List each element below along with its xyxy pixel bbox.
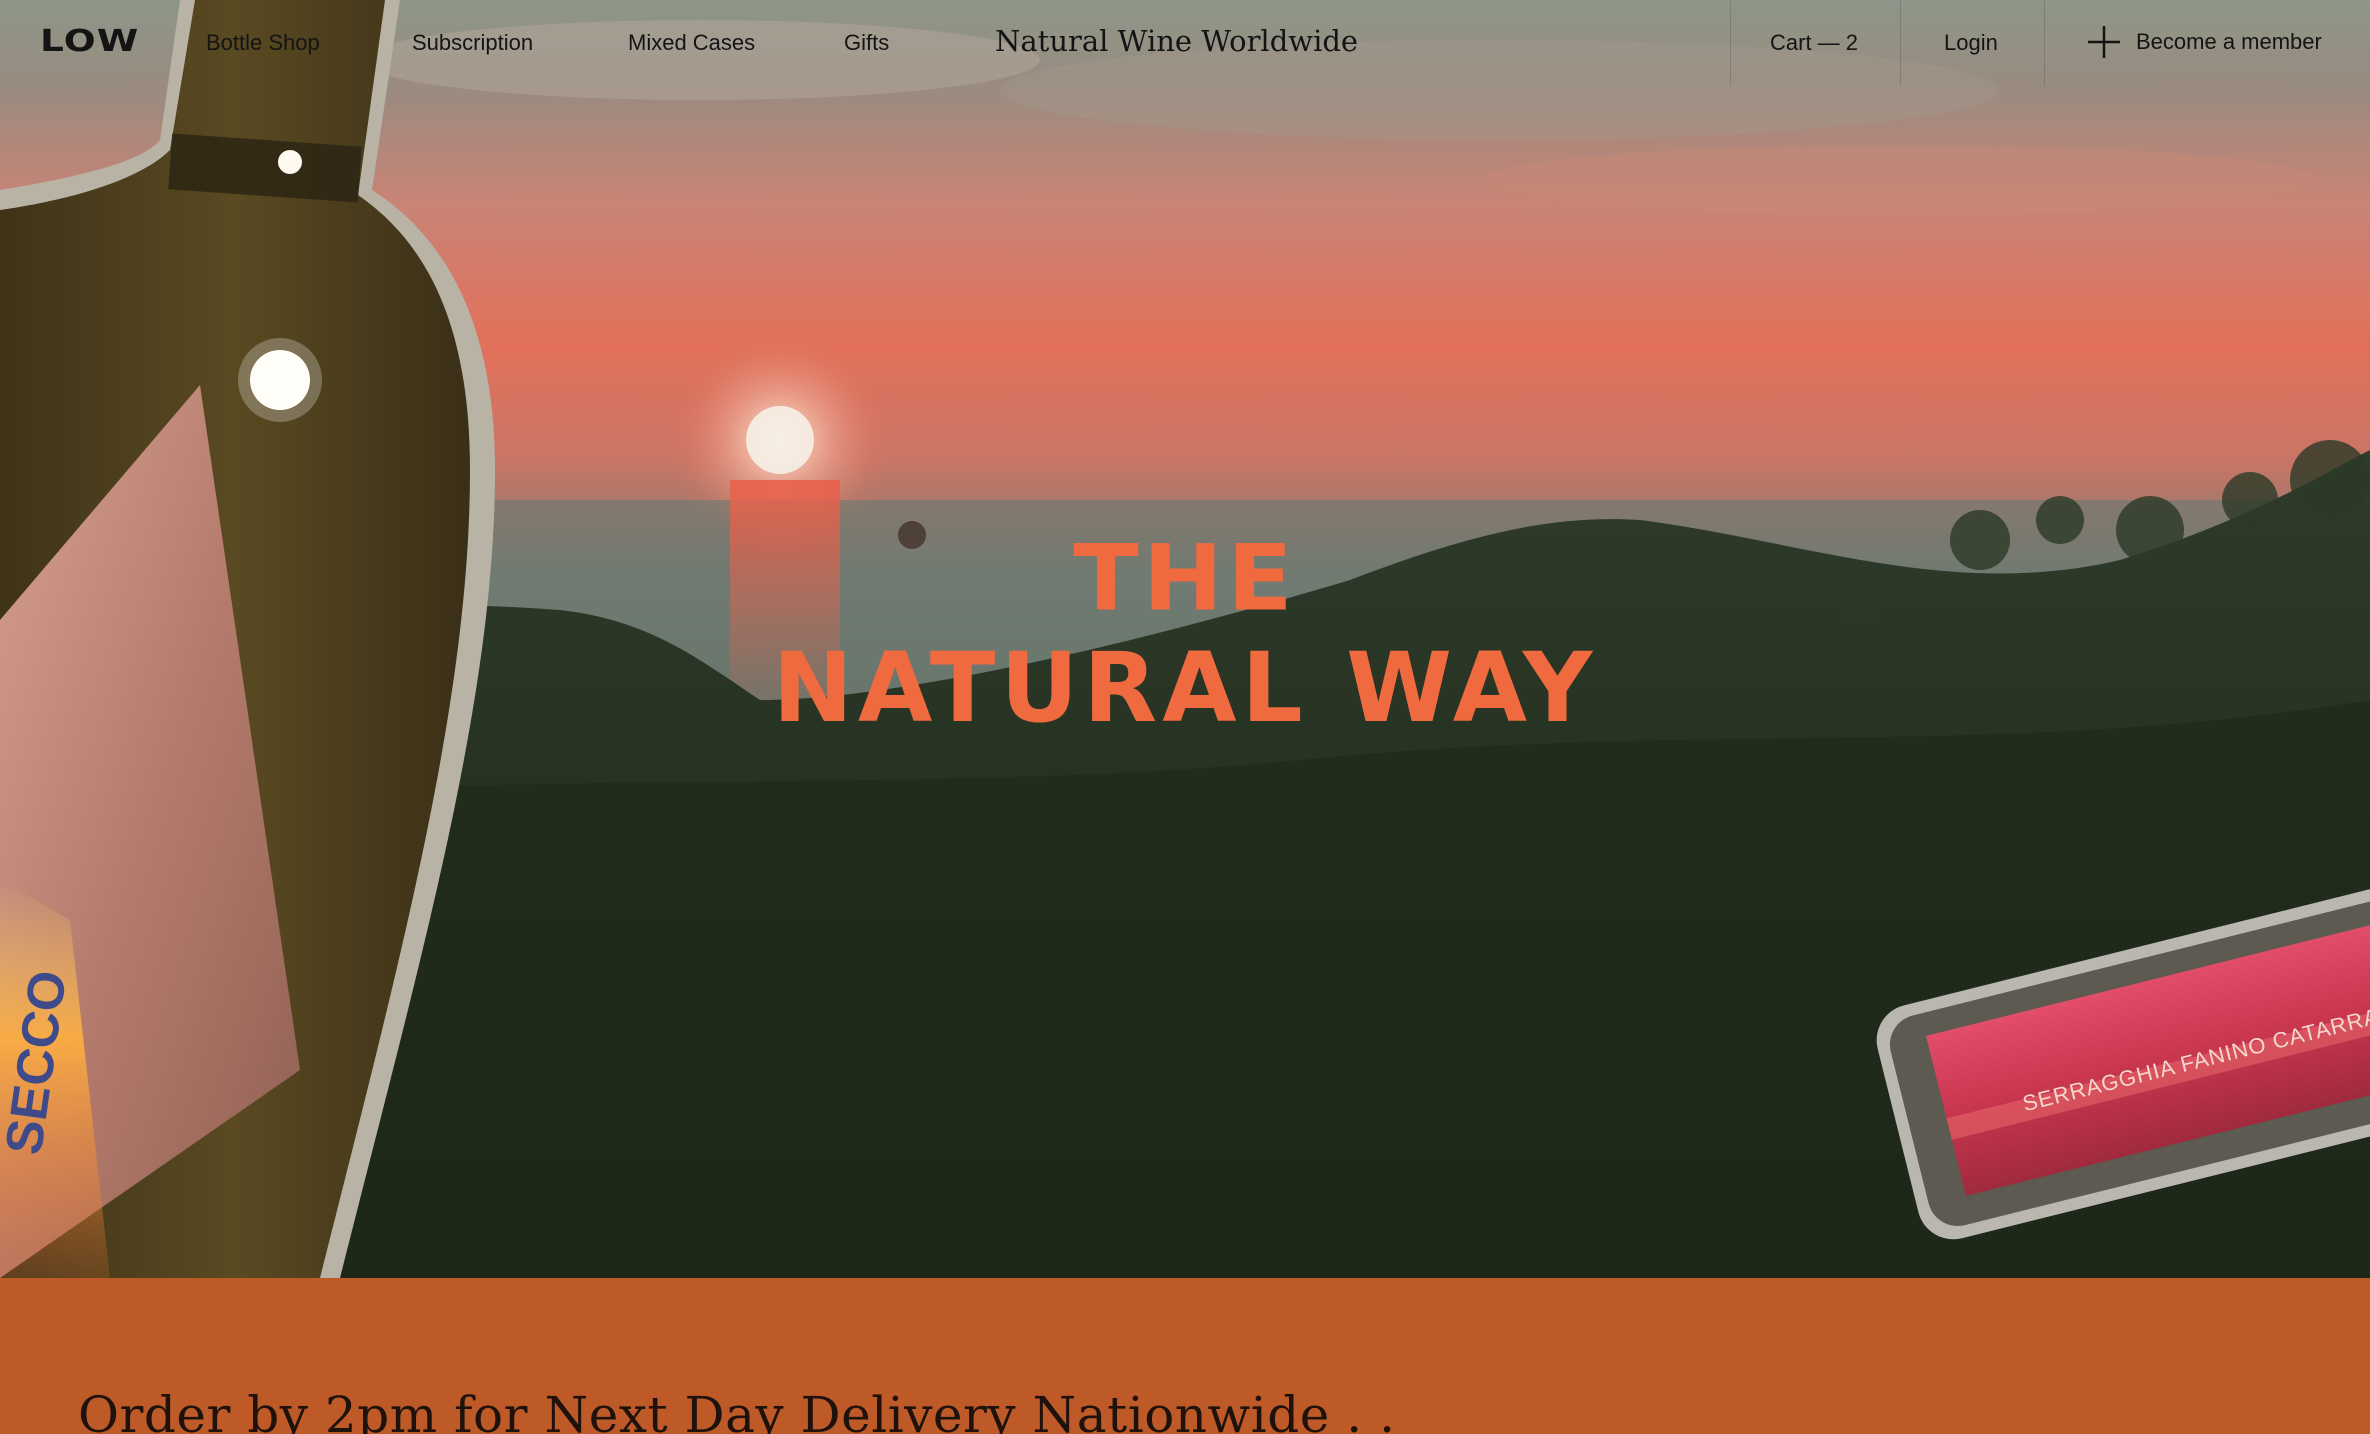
nav-divider — [1900, 0, 1901, 86]
delivery-banner: Order by 2pm for Next Day Delivery Natio… — [0, 1278, 2370, 1434]
nav-divider — [1730, 0, 1731, 86]
site-tagline: Natural Wine Worldwide — [995, 24, 1359, 58]
cart-link[interactable]: Cart — 2 — [1770, 30, 1858, 56]
nav-link-mixed-cases[interactable]: Mixed Cases — [628, 30, 755, 56]
nav-link-subscription[interactable]: Subscription — [412, 30, 533, 56]
nav-divider — [2044, 0, 2045, 86]
login-link[interactable]: Login — [1944, 30, 1998, 56]
hero-headline: THE NATURAL WAY — [0, 530, 2370, 736]
nav-link-bottle-shop[interactable]: Bottle Shop — [206, 30, 320, 56]
nav-link-gifts[interactable]: Gifts — [844, 30, 889, 56]
plus-icon — [2088, 26, 2120, 58]
top-navigation: LOW Bottle Shop Subscription Mixed Cases… — [0, 0, 2370, 88]
become-member-label: Become a member — [2136, 29, 2322, 54]
delivery-banner-text: Order by 2pm for Next Day Delivery Natio… — [78, 1386, 1396, 1434]
hero-headline-line: NATURAL WAY — [772, 632, 1598, 744]
become-member-button[interactable]: Become a member — [2086, 24, 2322, 60]
site-logo[interactable]: LOW — [40, 24, 140, 59]
hero-headline-line: THE — [1073, 524, 1297, 632]
hero-section: SECCO SERRAGGHIA FANINO CATARRA THE NATU… — [0, 0, 2370, 1278]
page: SECCO SERRAGGHIA FANINO CATARRA THE NATU… — [0, 0, 2370, 1434]
